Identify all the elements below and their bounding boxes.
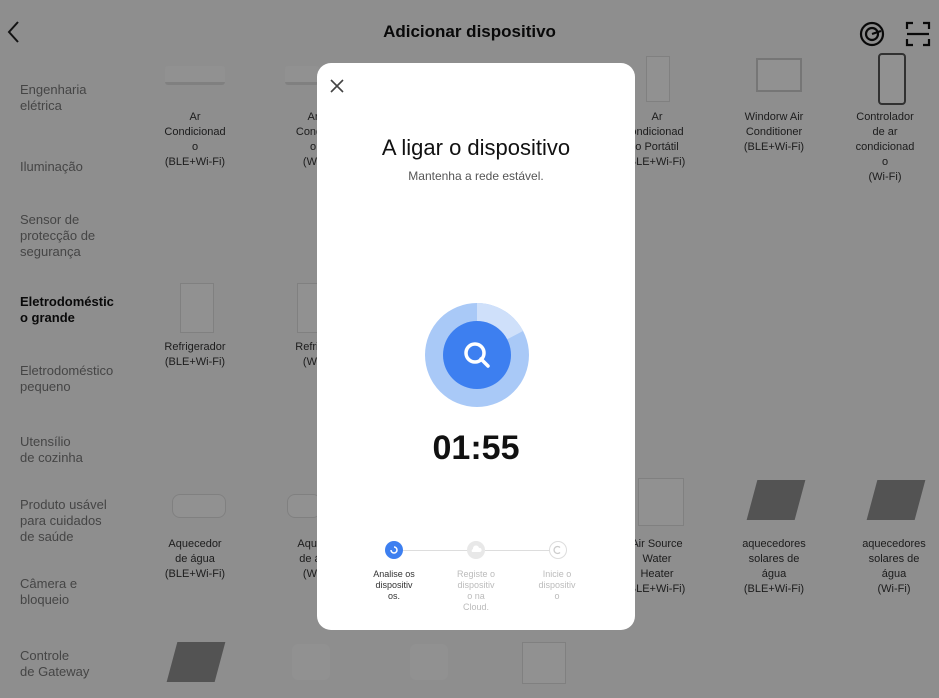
step-label-cloud: Registe o dispositiv o na Cloud. [456,569,496,612]
step-start-icon [549,541,567,559]
close-icon [330,79,344,93]
step-cloud-icon [467,541,485,559]
countdown-timer: 01:55 [432,429,520,467]
step-label-start: Inicie o dispositiv o [538,569,576,601]
connecting-dialog: A ligar o dispositivo Mantenha a rede es… [317,63,635,630]
step-scan-icon [385,541,403,559]
step-connector [403,550,469,551]
search-radar-icon [425,303,529,407]
step-label-scan: Analise os dispositiv os. [373,569,415,601]
dialog-title: A ligar o dispositivo [381,135,571,160]
close-button[interactable] [329,75,345,99]
step-connector [485,550,551,551]
dialog-subtitle: Mantenha a rede estável. [408,169,544,183]
